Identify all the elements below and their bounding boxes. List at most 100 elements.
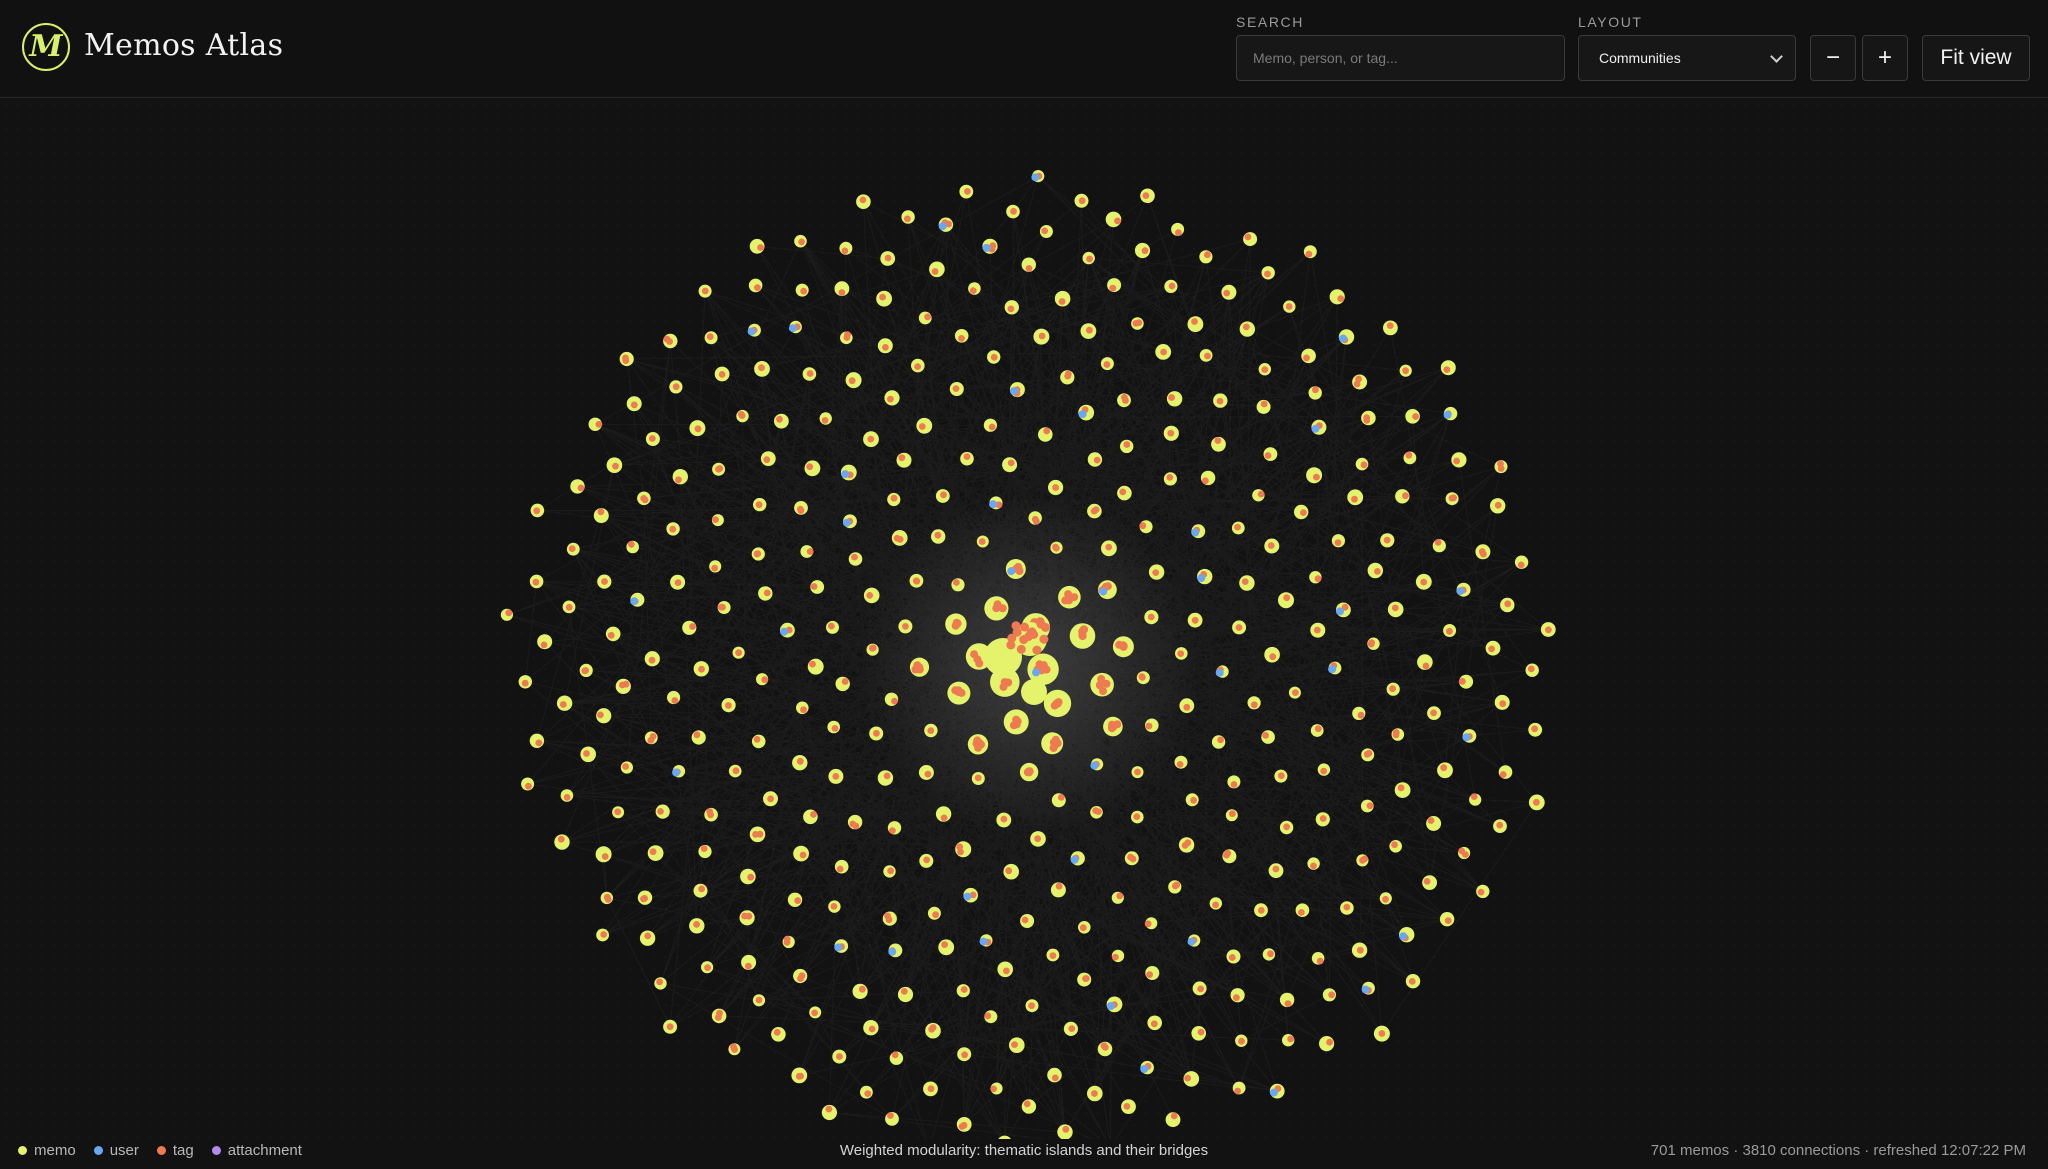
tag-node[interactable]: [1316, 957, 1324, 965]
tag-node[interactable]: [1038, 332, 1046, 340]
tag-node[interactable]: [1257, 490, 1265, 498]
user-node[interactable]: [979, 937, 988, 946]
user-node[interactable]: [841, 470, 850, 479]
tag-node[interactable]: [698, 665, 705, 673]
node-cluster[interactable]: [596, 928, 609, 942]
node-cluster[interactable]: [1317, 763, 1331, 776]
node-cluster[interactable]: [1120, 439, 1134, 454]
node-cluster[interactable]: [938, 939, 955, 956]
tag-node[interactable]: [1004, 678, 1013, 687]
tag-node[interactable]: [924, 313, 931, 321]
node-cluster[interactable]: [1301, 348, 1316, 364]
node-cluster[interactable]: [554, 834, 570, 850]
tag-node[interactable]: [1064, 372, 1072, 380]
node-cluster[interactable]: [898, 619, 913, 634]
node-cluster[interactable]: [704, 807, 718, 822]
node-cluster[interactable]: [968, 282, 981, 295]
node-cluster[interactable]: [880, 251, 896, 266]
node-cluster[interactable]: [1074, 193, 1089, 208]
user-node[interactable]: [963, 892, 972, 901]
node-cluster[interactable]: [620, 761, 634, 774]
tag-node[interactable]: [984, 1012, 992, 1020]
node-cluster[interactable]: [1331, 534, 1345, 548]
node-cluster[interactable]: [1006, 204, 1020, 219]
tag-node[interactable]: [1011, 621, 1021, 631]
node-cluster[interactable]: [1043, 689, 1072, 718]
node-cluster[interactable]: [1261, 266, 1275, 280]
node-cluster[interactable]: [1060, 370, 1075, 385]
tag-node[interactable]: [1244, 233, 1252, 241]
node-cluster[interactable]: [537, 634, 553, 650]
tag-node[interactable]: [1141, 247, 1149, 255]
node-cluster[interactable]: [957, 1047, 972, 1062]
node-cluster[interactable]: [1399, 364, 1412, 377]
user-node[interactable]: [1191, 528, 1200, 537]
tag-node[interactable]: [821, 417, 829, 424]
tag-node[interactable]: [1011, 1041, 1018, 1048]
tag-node[interactable]: [800, 706, 807, 714]
tag-node[interactable]: [505, 609, 513, 617]
node-cluster[interactable]: [704, 331, 718, 345]
tag-node[interactable]: [927, 727, 935, 734]
tag-node[interactable]: [648, 656, 656, 664]
tag-node[interactable]: [1402, 492, 1409, 500]
tag-node[interactable]: [868, 1025, 876, 1033]
node-cluster[interactable]: [1403, 451, 1417, 465]
node-cluster[interactable]: [834, 281, 850, 297]
tag-node[interactable]: [737, 411, 745, 418]
tag-node[interactable]: [627, 540, 635, 548]
tag-node[interactable]: [797, 1072, 804, 1080]
node-cluster[interactable]: [666, 522, 680, 536]
node-cluster[interactable]: [1258, 363, 1272, 376]
tag-node[interactable]: [1122, 397, 1129, 404]
node-cluster[interactable]: [866, 643, 879, 656]
node-cluster[interactable]: [832, 1049, 847, 1064]
node-cluster[interactable]: [1019, 762, 1039, 782]
tag-node[interactable]: [843, 334, 851, 341]
node-cluster[interactable]: [877, 770, 894, 786]
tag-node[interactable]: [879, 293, 886, 301]
node-cluster[interactable]: [1117, 393, 1131, 408]
tag-node[interactable]: [601, 578, 608, 585]
node-cluster[interactable]: [1268, 863, 1284, 879]
tag-node[interactable]: [711, 564, 719, 572]
tag-node[interactable]: [1123, 1103, 1131, 1110]
tag-node[interactable]: [1499, 700, 1507, 708]
tag-node[interactable]: [838, 289, 846, 296]
tag-node[interactable]: [974, 774, 982, 782]
node-cluster[interactable]: [967, 734, 989, 755]
user-node[interactable]: [1443, 410, 1452, 419]
tag-node[interactable]: [1499, 771, 1507, 778]
tag-node[interactable]: [563, 794, 571, 801]
tag-node[interactable]: [800, 287, 808, 295]
tag-node[interactable]: [693, 731, 701, 739]
tag-node[interactable]: [1040, 622, 1050, 632]
tag-node[interactable]: [689, 623, 696, 630]
node-cluster[interactable]: [1087, 503, 1102, 519]
tag-node[interactable]: [951, 686, 960, 695]
node-cluster[interactable]: [1432, 539, 1446, 553]
node-cluster[interactable]: [938, 217, 954, 232]
node-cluster[interactable]: [935, 806, 952, 822]
tag-node[interactable]: [832, 773, 840, 780]
tag-node[interactable]: [597, 508, 605, 516]
node-cluster[interactable]: [987, 350, 1001, 364]
tag-node[interactable]: [1043, 427, 1051, 435]
tag-node[interactable]: [1229, 810, 1236, 818]
tag-node[interactable]: [666, 1023, 674, 1031]
node-cluster[interactable]: [1087, 1085, 1103, 1102]
tag-node[interactable]: [754, 284, 761, 291]
tag-node[interactable]: [1057, 794, 1065, 801]
node-cluster[interactable]: [1163, 425, 1179, 441]
node-cluster[interactable]: [689, 420, 706, 437]
node-cluster[interactable]: [863, 587, 880, 604]
tag-node[interactable]: [597, 711, 604, 719]
tag-node[interactable]: [1079, 625, 1088, 634]
tag-node[interactable]: [873, 729, 880, 737]
tag-node[interactable]: [973, 655, 982, 664]
node-cluster[interactable]: [826, 620, 839, 634]
tag-node[interactable]: [648, 435, 656, 442]
tag-node[interactable]: [963, 453, 971, 460]
tag-node[interactable]: [640, 495, 648, 502]
node-cluster[interactable]: [802, 367, 817, 381]
